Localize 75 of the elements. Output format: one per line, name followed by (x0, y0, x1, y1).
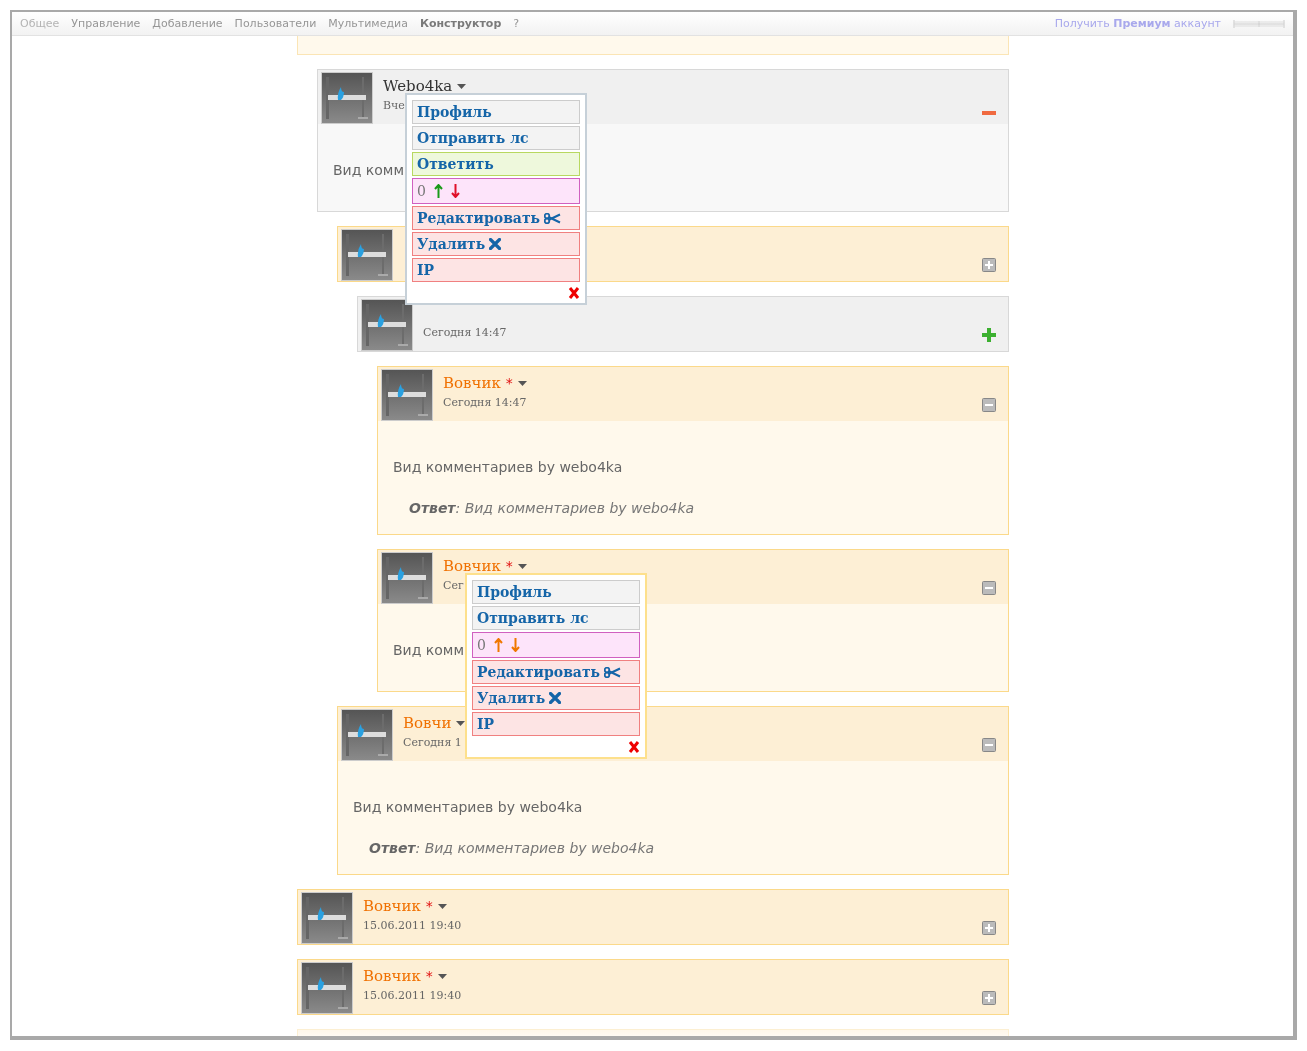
author-name[interactable]: Вовчик (363, 897, 421, 915)
reply-text: Ответ: Вид комментариев by webo4ka (409, 500, 695, 516)
menu-item[interactable]: Редактировать (412, 206, 580, 230)
asterisk: * (425, 968, 433, 984)
menu-item[interactable]: Ответить (412, 152, 580, 176)
collapse-button[interactable] (982, 581, 996, 595)
nav-link[interactable]: ? (513, 17, 520, 30)
comment-date: Сег (443, 579, 464, 592)
asterisk: * (505, 375, 513, 391)
menu-item[interactable]: Профиль (412, 100, 580, 124)
nav-link[interactable]: Конструктор (419, 17, 502, 30)
comment-date: 15.06.2011 19:40 (363, 919, 462, 932)
vote-up-button[interactable] (493, 638, 503, 652)
caret-icon[interactable] (437, 973, 447, 979)
nav-link[interactable]: Управление (71, 17, 141, 30)
caret-icon[interactable] (437, 903, 447, 909)
slider-icon[interactable] (1233, 18, 1285, 29)
comment-date: Сегодня 14:47 (423, 326, 507, 339)
nav-link[interactable]: Пользователи (234, 17, 317, 30)
plus-box-icon (982, 258, 996, 272)
x-mark-icon (489, 238, 502, 250)
nav-link[interactable]: Мультимедиа (328, 17, 408, 30)
author-name[interactable]: Вовчик (363, 967, 421, 985)
expand-button[interactable] (982, 328, 996, 342)
vote-down-button[interactable] (510, 638, 520, 652)
caret-icon[interactable] (457, 83, 467, 89)
close-button[interactable] (568, 287, 580, 299)
author-name[interactable]: Webo4ka (383, 77, 453, 95)
comment-date: Сегодня 1 (403, 736, 462, 749)
reply-text: Ответ: Вид комментариев by webo4ka (369, 840, 655, 856)
menu-item[interactable]: Удалить (412, 232, 580, 256)
caret-icon[interactable] (517, 380, 527, 386)
plus-icon (982, 328, 996, 342)
scissors-icon (604, 666, 622, 678)
asterisk: * (505, 558, 513, 574)
premium-link[interactable]: Получить Премиум аккаунт (1054, 17, 1221, 30)
minus-icon (982, 111, 996, 115)
comment-text: Вид комментариев by webo4ka (353, 799, 583, 815)
menu-item[interactable]: Редактировать (472, 660, 640, 684)
comment-text: Вид комм (393, 642, 464, 658)
plus-box-icon (982, 921, 996, 935)
menu-item[interactable]: Отправить лс (412, 126, 580, 150)
expand-button[interactable] (982, 991, 996, 1005)
comment-date: Сегодня 14:47 (443, 396, 527, 409)
minus-box-icon (982, 738, 996, 752)
collapse-button[interactable] (982, 738, 996, 752)
nav-link[interactable]: Добавление (152, 17, 223, 30)
menu-item[interactable]: IP (412, 258, 580, 282)
menu-item[interactable]: Профиль (472, 580, 640, 604)
expand-button[interactable] (982, 258, 996, 272)
plus-box-icon (982, 991, 996, 1005)
rating-value: 0 (477, 637, 486, 653)
rating-value: 0 (417, 183, 426, 199)
author-name[interactable]: Вовчик (443, 557, 501, 575)
minus-box-icon (982, 398, 996, 412)
expand-button[interactable] (982, 921, 996, 935)
scissors-icon (544, 212, 562, 224)
comment-text: Вид комм (333, 162, 404, 178)
asterisk: * (425, 898, 433, 914)
vote-down-button[interactable] (450, 184, 460, 198)
menu-item[interactable]: Отправить лс (472, 606, 640, 630)
comment-date: Вче (383, 99, 405, 112)
caret-icon[interactable] (456, 720, 466, 726)
menu-item[interactable]: IP (472, 712, 640, 736)
comment-date: 15.06.2011 19:40 (363, 989, 462, 1002)
menu-item[interactable]: Удалить (472, 686, 640, 710)
minus-box-icon (982, 581, 996, 595)
x-mark-icon (549, 692, 562, 704)
author-name[interactable]: Вовчи (403, 714, 452, 732)
collapse-button[interactable] (982, 398, 996, 412)
close-button[interactable] (628, 741, 640, 753)
author-name[interactable]: Вовчик (443, 374, 501, 392)
caret-icon[interactable] (517, 563, 527, 569)
vote-up-button[interactable] (433, 184, 443, 198)
comment-text: Вид комментариев by webo4ka (393, 459, 623, 475)
